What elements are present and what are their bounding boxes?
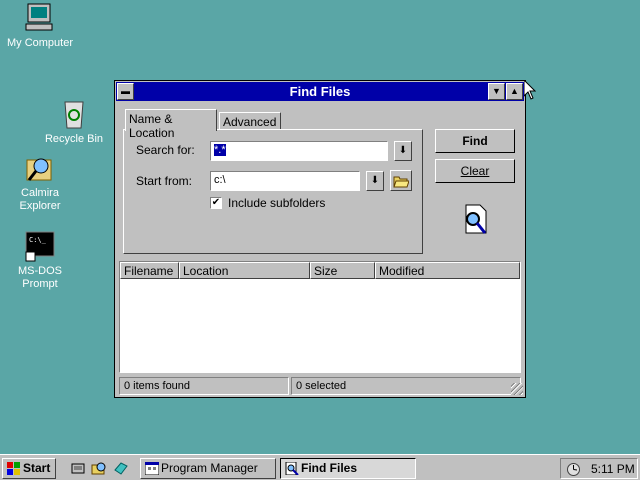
desktop-icon-recycle-bin[interactable]: Recycle Bin — [32, 98, 116, 146]
maximize-button[interactable]: ▲ — [506, 83, 523, 100]
system-tray: 5:11 PM — [560, 458, 638, 479]
find-files-icon — [458, 203, 492, 237]
status-selected: 0 selected — [291, 377, 521, 395]
desktop-icon-label: Recycle Bin — [44, 133, 104, 145]
minimize-button[interactable]: ▼ — [488, 83, 505, 100]
folder-open-icon — [393, 176, 410, 188]
start-from-dropdown-button[interactable]: ⬇ — [366, 171, 384, 191]
status-items-found: 0 items found — [119, 377, 289, 395]
dos-prompt-icon: C:\_ — [23, 230, 57, 262]
column-header-filename[interactable]: Filename — [120, 262, 179, 279]
computer-icon — [23, 2, 57, 34]
find-files-window: ▬ Find Files ▼ ▲ Name & Location Advance… — [114, 80, 526, 398]
recycle-bin-icon — [57, 98, 91, 130]
column-label: Filename — [124, 264, 174, 278]
column-label: Modified — [379, 264, 425, 278]
checkmark-icon: ✔ — [211, 197, 221, 208]
task-label: Find Files — [301, 461, 358, 475]
task-program-manager[interactable]: Program Manager — [140, 458, 276, 479]
find-button-label: Find — [462, 134, 488, 148]
maximize-icon: ▲ — [510, 86, 519, 96]
clear-button-label: Clear — [460, 164, 490, 178]
search-for-label: Search for: — [136, 143, 195, 157]
column-label: Location — [183, 264, 229, 278]
column-label: Size — [314, 264, 338, 278]
start-label: Start — [23, 461, 51, 475]
search-for-input[interactable]: *.* — [210, 141, 388, 161]
minimize-icon: ▼ — [492, 86, 501, 96]
title-bar[interactable]: ▬ Find Files ▼ ▲ — [116, 82, 524, 101]
scheduler-icon[interactable] — [566, 462, 581, 477]
search-for-value: *.* — [214, 144, 226, 156]
include-subfolders-label[interactable]: Include subfolders — [228, 196, 325, 210]
column-header-location[interactable]: Location — [179, 262, 310, 279]
arrow-down-icon: ⬇ — [370, 175, 380, 186]
desktop-icon-ms-dos-prompt[interactable]: C:\_ MS-DOS Prompt — [0, 230, 80, 291]
desktop-icon-calmira-explorer[interactable]: Calmira Explorer — [0, 152, 80, 213]
window-title: Find Files — [289, 84, 351, 99]
browse-folder-button[interactable] — [390, 170, 412, 191]
arrow-down-icon: ⬇ — [398, 145, 408, 156]
program-manager-icon — [145, 462, 159, 475]
quicklaunch-display-icon[interactable] — [113, 460, 129, 476]
mouse-cursor-icon — [524, 80, 536, 100]
quicklaunch-explorer-icon[interactable] — [91, 460, 107, 476]
tab-advanced[interactable]: Advanced — [219, 112, 281, 130]
svg-text:C:\_: C:\_ — [29, 236, 47, 244]
include-subfolders-checkbox[interactable]: ✔ — [210, 197, 222, 209]
clock[interactable]: 5:11 PM — [591, 462, 635, 476]
desktop-icon-label: Calmira Explorer — [19, 187, 61, 212]
clear-button[interactable]: Clear — [435, 159, 515, 183]
task-find-files[interactable]: Find Files — [280, 458, 416, 479]
taskbar: Start Program Manager Find Files 5:11 PM — [0, 454, 640, 480]
desktop-icon-label: My Computer — [6, 37, 74, 49]
start-button[interactable]: Start — [2, 458, 56, 479]
tab-name-location[interactable]: Name & Location — [125, 109, 217, 140]
start-from-label: Start from: — [136, 174, 193, 188]
find-files-icon — [285, 462, 299, 475]
tab-label: Advanced — [223, 115, 277, 129]
task-label: Program Manager — [161, 461, 258, 475]
explorer-icon — [23, 152, 57, 184]
search-for-dropdown-button[interactable]: ⬇ — [394, 141, 412, 161]
status-text: 0 selected — [296, 380, 347, 392]
start-from-input[interactable]: c:\ — [210, 171, 360, 191]
start-from-value: c:\ — [214, 174, 226, 186]
tab-label: Name & Location — [129, 112, 175, 140]
status-text: 0 items found — [124, 380, 191, 392]
find-button[interactable]: Find — [435, 129, 515, 153]
column-header-size[interactable]: Size — [310, 262, 375, 279]
quicklaunch-dos-icon[interactable] — [70, 460, 86, 476]
resize-grip-icon[interactable] — [511, 383, 523, 395]
desktop-icon-label: MS-DOS Prompt — [18, 265, 62, 290]
desktop-icon-my-computer[interactable]: My Computer — [0, 2, 80, 50]
results-list[interactable]: Filename Location Size Modified — [119, 261, 521, 373]
column-header-modified[interactable]: Modified — [375, 262, 520, 279]
tab-panel: Search for: *.* ⬇ Start from: c:\ ⬇ ✔ In… — [123, 129, 423, 254]
windows-logo-icon — [7, 462, 20, 475]
